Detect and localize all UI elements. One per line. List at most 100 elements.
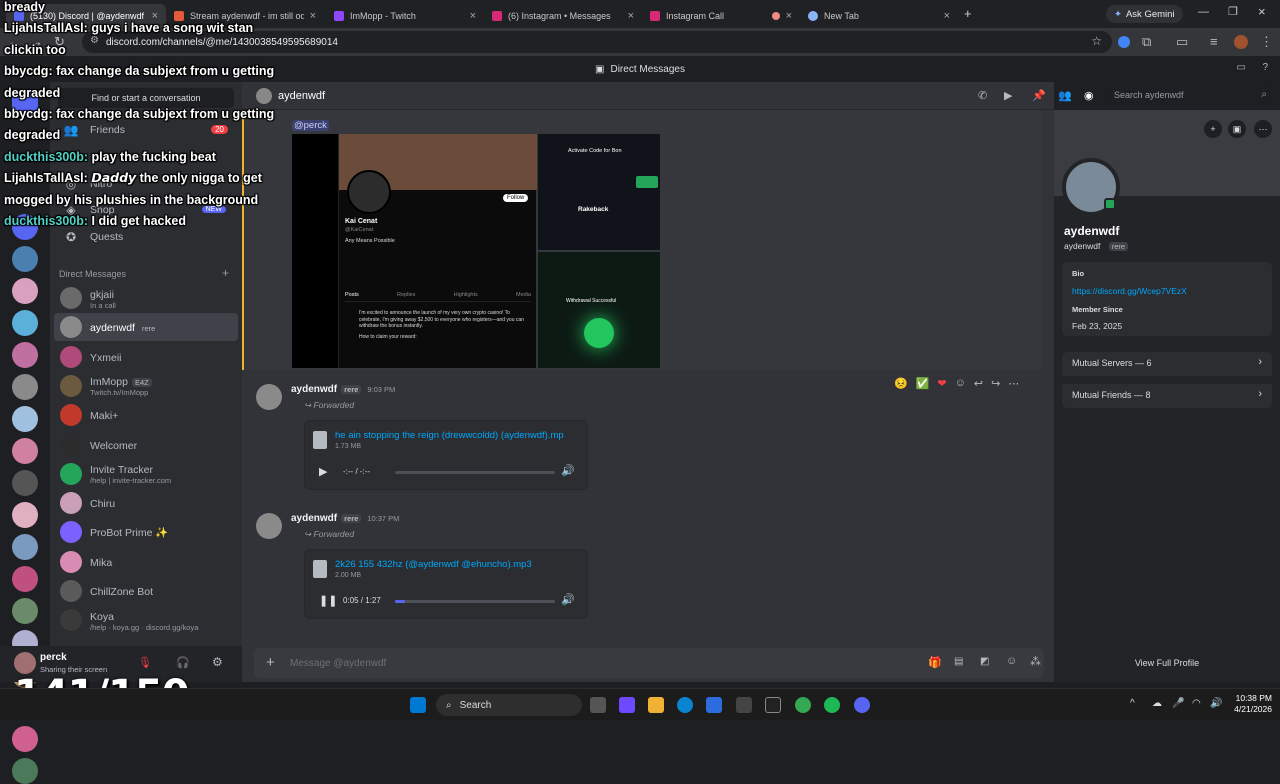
dm-item[interactable]: gkjaii In a call [54,284,238,312]
close-tab-icon[interactable]: × [944,10,950,22]
tab-new-tab[interactable]: New Tab × [800,4,958,28]
play-icon[interactable]: ▶ [319,465,327,478]
copilot-icon[interactable] [619,697,635,713]
chrome-icon[interactable] [795,697,811,713]
dm-item[interactable]: ChillZone Bot [54,577,238,605]
dm-item[interactable]: aydenwdf rere [54,313,238,342]
close-tab-icon[interactable]: × [628,10,634,22]
dm-item[interactable]: Invite Tracker/help | invite-tracker.com [54,460,238,488]
emoji-icon[interactable]: ☺ [1006,655,1017,667]
minimize-icon[interactable]: — [1198,6,1209,18]
server-icon[interactable] [12,310,38,336]
reply-icon[interactable]: ↩ [974,377,983,390]
spotify-icon[interactable] [824,697,840,713]
more-icon[interactable]: ⋯ [1008,377,1019,390]
clock[interactable]: 10:38 PM 4/21/2026 [1224,693,1272,715]
gif-icon[interactable]: ▤ [954,656,963,667]
mutual-servers-row[interactable]: Mutual Servers — 6 › [1062,352,1272,376]
tab-twitch[interactable]: ImMopp - Twitch × [326,4,484,28]
close-tab-icon[interactable]: × [310,10,316,22]
server-icon[interactable] [12,502,38,528]
dm-item[interactable]: Koya/help · koya.gg · discord.gg/koya [54,606,238,634]
inbox-icon[interactable]: ▭ [1237,62,1246,73]
dm-item[interactable]: Maki+ [54,401,238,429]
gift-icon[interactable]: ▣ [1228,120,1246,138]
server-icon[interactable] [12,598,38,624]
sidepanel-icon[interactable]: ▭ [1176,34,1188,50]
headphones-icon[interactable]: 🎧 [176,656,190,669]
dm-item[interactable]: ImMopp E4Z Twitch.tv/ImMopp [54,372,238,400]
close-window-icon[interactable]: × [1258,4,1266,19]
settings-gear-icon[interactable]: ⚙ [212,655,223,669]
close-tab-icon[interactable]: × [470,10,476,22]
video-call-icon[interactable]: ▶ [1004,89,1012,102]
profile-avatar-icon[interactable] [1234,35,1248,49]
user-avatar[interactable] [14,652,36,674]
tray-chevron-icon[interactable]: ^ [1130,698,1135,709]
sticker-icon[interactable]: ◩ [980,656,989,667]
add-friends-icon[interactable]: 👥 [1058,89,1072,102]
dm-item[interactable]: Yxmeii [54,343,238,371]
windows-start-icon[interactable] [410,697,426,713]
audio-file-name[interactable]: he ain stopping the reign (drewwcoldd) (… [335,430,564,441]
message-author[interactable]: aydenwdf [291,384,337,395]
tab-search-icon[interactable]: ≡ [1210,34,1218,49]
server-icon[interactable] [12,246,38,272]
server-icon[interactable] [12,726,38,752]
server-icon[interactable] [12,406,38,432]
screenshot-image-3[interactable]: Withdrawal Successful [538,252,660,368]
server-icon[interactable] [12,758,38,784]
tab-instagram-messages[interactable]: (6) Instagram • Messages × [484,4,642,28]
volume-icon[interactable]: 🔊 [561,464,575,477]
gift-icon[interactable]: 🎁 [928,656,942,669]
message-author[interactable]: aydenwdf [291,513,337,524]
avatar[interactable] [256,513,282,539]
voice-call-icon[interactable]: ✆ [978,89,987,102]
pin-icon[interactable]: 📌 [1032,89,1046,102]
app-icon[interactable] [765,697,781,713]
server-icon[interactable] [12,534,38,560]
volume-icon[interactable]: 🔊 [561,593,575,606]
dm-item[interactable]: ProBot Prime ✨ [54,518,238,546]
mutual-friends-row[interactable]: Mutual Friends — 8 › [1062,384,1272,408]
dm-item[interactable]: Mika [54,548,238,576]
view-full-profile-link[interactable]: View Full Profile [1054,658,1280,668]
bookmark-star-icon[interactable]: ☆ [1091,34,1102,48]
user-profile-toggle-icon[interactable]: ◉ [1084,89,1094,102]
dm-item[interactable]: Welcomer [54,431,238,459]
maximize-icon[interactable]: ❐ [1228,5,1238,18]
message-composer[interactable]: + Message @aydenwdf 🎁 ▤ ◩ ☺ ⁂ [254,648,1044,678]
audio-progress-bar[interactable] [395,600,555,603]
server-icon[interactable] [12,342,38,368]
screenshot-image-2[interactable]: Activate Code for Bon Rakeback [538,134,660,250]
audio-progress-bar[interactable] [395,471,555,474]
more-options-icon[interactable]: ⋯ [1254,120,1272,138]
ask-gemini-button[interactable]: ✦ Ask Gemini [1106,5,1183,23]
reaction-sad-icon[interactable]: 😣 [894,377,908,390]
dm-item[interactable]: Chiru [54,489,238,517]
app-icon[interactable] [736,697,752,713]
close-tab-icon[interactable]: × [786,10,792,22]
file-explorer-icon[interactable] [648,697,664,713]
screenshot-image[interactable]: Follow Kai Cenat @KaiCenat Any Means Pos… [292,134,537,368]
new-tab-icon[interactable]: + [964,6,972,21]
mention[interactable]: @perck [292,120,329,131]
pause-icon[interactable]: ❚❚ [319,594,337,607]
task-view-icon[interactable] [590,697,606,713]
attach-plus-icon[interactable]: + [266,654,275,671]
server-icon[interactable] [12,374,38,400]
create-dm-icon[interactable]: + [222,266,229,280]
find-conversation-button[interactable]: Find or start a conversation [58,88,234,108]
apps-icon[interactable]: ⁂ [1030,655,1041,668]
server-icon[interactable] [12,438,38,464]
wifi-icon[interactable]: ◠ [1192,698,1201,709]
message-input[interactable]: Message @aydenwdf [290,658,386,669]
reaction-check-icon[interactable]: ✅ [916,377,930,390]
add-reaction-icon[interactable]: ☺ [955,377,966,389]
taskbar-search[interactable]: ⌕ Search [436,694,582,716]
server-icon[interactable] [12,470,38,496]
add-friend-icon[interactable]: + [1204,120,1222,138]
avatar[interactable] [256,384,282,410]
bio-link[interactable]: https://discord.gg/Wcep7VEzX [1072,286,1187,296]
edge-icon[interactable] [677,697,693,713]
